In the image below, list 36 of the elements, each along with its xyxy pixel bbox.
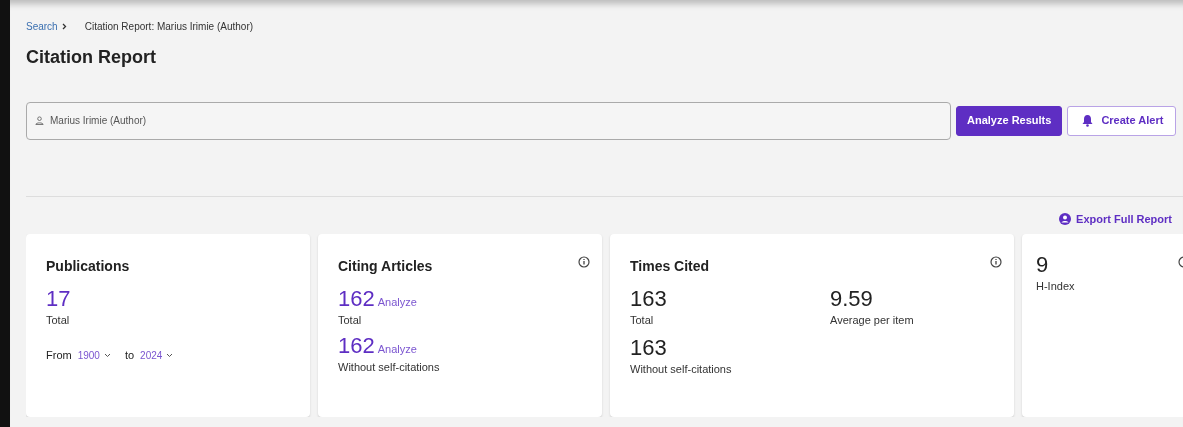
person-icon	[35, 116, 44, 126]
metric-caption: Without self-citations	[630, 362, 733, 378]
person-icon	[1059, 212, 1072, 225]
metric-value: 163	[630, 286, 667, 313]
card-title: Citing Articles	[338, 257, 434, 277]
metric-caption: Without self-citations	[338, 360, 441, 376]
alert-button[interactable]: Create Alert	[1067, 105, 1177, 136]
analyze-link[interactable]: Analyze	[377, 294, 417, 311]
analyze-button[interactable]: Analyze Results	[956, 105, 1063, 136]
year-dropdown[interactable]: 2024	[140, 347, 174, 363]
metric-value: 9	[1036, 252, 1049, 279]
search-field[interactable]: Marius Irimie (Author)	[26, 101, 951, 140]
card-title: Times Cited	[630, 257, 711, 277]
metric-caption: Average per item	[830, 313, 915, 329]
metric-caption: H-Index	[1036, 279, 1076, 295]
page-title: Citation Report	[26, 47, 157, 69]
metric-value: 162	[338, 333, 375, 360]
card-title: Publications	[46, 257, 131, 277]
caret-icon	[103, 352, 111, 358]
export-link[interactable]: Export Full Report	[1059, 210, 1172, 228]
bell-icon	[1082, 114, 1094, 128]
range-label: to	[124, 348, 135, 363]
metric-caption: Total	[338, 313, 363, 329]
metric-value: 9.59	[830, 286, 873, 313]
caret-icon	[166, 352, 174, 358]
metric-value: 162	[338, 286, 375, 313]
breadcrumb-link[interactable]: Search	[26, 19, 58, 34]
year-dropdown[interactable]: 1900	[77, 347, 111, 363]
metric-caption: Total	[630, 313, 655, 329]
range-label: From	[46, 348, 72, 363]
breadcrumb-current: Citation Report: Marius Irimie (Author)	[84, 20, 254, 34]
metric-value: 163	[630, 335, 667, 362]
analyze-link[interactable]: Analyze	[377, 341, 417, 358]
metric-caption: Total	[46, 313, 71, 329]
metric-value: 17	[46, 286, 71, 313]
chevron-icon	[61, 23, 67, 30]
